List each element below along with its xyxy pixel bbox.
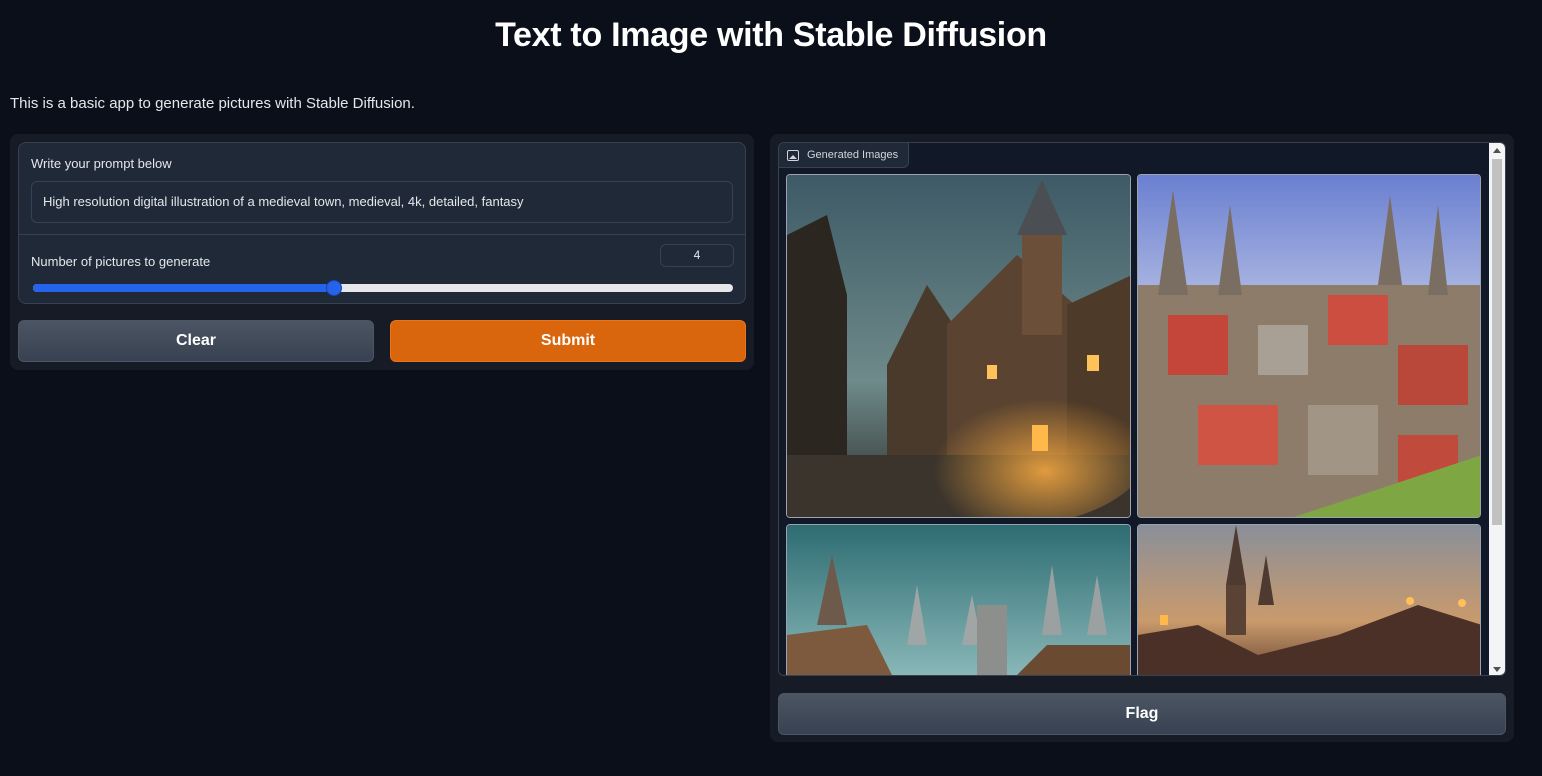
clear-button[interactable]: Clear <box>18 320 374 362</box>
num-pictures-input[interactable]: 4 <box>660 244 734 267</box>
submit-button[interactable]: Submit <box>390 320 746 362</box>
gallery-image[interactable] <box>1137 524 1481 675</box>
input-block: Write your prompt below High resolution … <box>18 142 746 304</box>
num-pictures-slider[interactable] <box>33 280 733 296</box>
slider-fill <box>33 284 334 292</box>
slider-handle[interactable] <box>326 280 342 296</box>
flag-button[interactable]: Flag <box>778 693 1506 735</box>
prompt-input[interactable]: High resolution digital illustration of … <box>31 181 733 223</box>
page-title: Text to Image with Stable Diffusion <box>495 16 1047 54</box>
scroll-down-icon[interactable] <box>1493 667 1501 672</box>
gallery-label: Generated Images <box>779 143 910 168</box>
num-pictures-label: Number of pictures to generate <box>31 254 211 269</box>
generated-images-gallery: Generated Images <box>778 142 1506 676</box>
gallery-image[interactable] <box>1137 174 1481 518</box>
page-description: This is a basic app to generate pictures… <box>10 95 415 112</box>
gallery-label-text: Generated Images <box>807 149 899 161</box>
output-panel: Generated Images Flag <box>770 134 1514 742</box>
input-panel: Write your prompt below High resolution … <box>10 134 754 370</box>
scrollbar-thumb[interactable] <box>1492 159 1502 525</box>
divider <box>19 234 745 235</box>
scroll-up-icon[interactable] <box>1493 148 1501 153</box>
image-icon <box>787 149 799 161</box>
prompt-label: Write your prompt below <box>31 156 172 171</box>
gallery-scrollbar[interactable] <box>1489 143 1505 675</box>
gallery-image[interactable] <box>786 174 1131 518</box>
gallery-image[interactable] <box>786 524 1131 675</box>
